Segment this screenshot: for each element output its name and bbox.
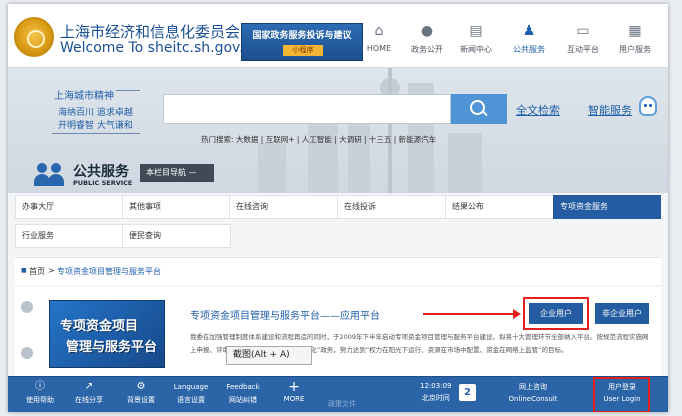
gear-icon: ⚙: [136, 381, 146, 392]
platform-title[interactable]: 专项资金项目管理与服务平台——应用平台: [190, 307, 380, 322]
menu-item-consult[interactable]: 在线咨询: [229, 195, 338, 219]
language-button[interactable]: Language 语言设置: [170, 381, 212, 405]
toolbar-label: MORE: [283, 395, 305, 403]
scroll-marker: [21, 301, 33, 313]
plus-icon: +: [288, 379, 300, 395]
scroll-marker: [21, 347, 33, 359]
clock-label: 北京时间: [421, 394, 450, 402]
menu-item-complaint[interactable]: 在线投诉: [337, 195, 446, 219]
menu-item-results[interactable]: 结果公布: [445, 195, 554, 219]
menu-item-service-hall[interactable]: 办事大厅: [15, 195, 124, 219]
site-header: 上海市经济和信息化委员会 Welcome To sheitc.sh.gov.cn…: [8, 4, 668, 68]
book-icon: ▤: [469, 23, 483, 39]
site-name-en[interactable]: Welcome To sheitc.sh.gov.cn: [60, 40, 260, 56]
section-title: 公共服务: [73, 164, 129, 180]
nav-home[interactable]: ⌂ HOME: [356, 22, 402, 64]
calendar-icon[interactable]: 2: [459, 384, 476, 401]
enterprise-user-button[interactable]: 企业用户: [529, 303, 583, 324]
breadcrumb-current[interactable]: 专项资金项目管理与服务平台: [57, 266, 161, 277]
people-icon: [34, 161, 66, 187]
toolbar-label: 网站纠错: [229, 396, 257, 404]
platform-entry: 专项资金项目 管理与服务平台 专项资金项目管理与服务平台——应用平台 企业用户 …: [15, 287, 661, 377]
smart-service-link[interactable]: 智能服务: [588, 102, 632, 118]
motto-line: 开明睿智 大气谦和: [58, 121, 133, 131]
skyline-banner: 上海城市精神 海纳百川 追求卓越 开明睿智 大气谦和 全文检索 智能服务 热门搜…: [8, 68, 668, 193]
toolbar-label: 语言设置: [177, 396, 205, 404]
nav-public-service[interactable]: ♟ 公共服务: [506, 22, 552, 64]
screenshot-tooltip: 截图(Alt + A): [226, 346, 312, 365]
language-icon: Language: [173, 383, 209, 391]
thumbnail-text: 专项资金项目: [60, 319, 139, 334]
motto-line: 海纳百川 追求卓越: [58, 108, 133, 118]
nav-label: HOME: [366, 44, 392, 53]
background-settings-button[interactable]: ⚙ 背景设置: [121, 381, 161, 405]
toolbar-label: 在线分享: [75, 396, 103, 404]
nav-label: 用户服务: [619, 45, 651, 54]
promo-title: 国家政务服务投诉与建议: [252, 31, 352, 41]
breadcrumb-separator: >: [48, 266, 55, 275]
consult-label-en: OnlineConsult: [508, 395, 558, 403]
home-icon: ⌂: [374, 23, 384, 39]
skyline-decoration: [388, 68, 392, 193]
search-button[interactable]: [451, 94, 507, 124]
site-name-cn[interactable]: 上海市经济和信息化委员会: [60, 21, 240, 42]
people-icon: ♟: [522, 23, 536, 39]
chat-icon: ●: [420, 23, 434, 39]
online-consult-button[interactable]: 网上咨询 OnlineConsult: [505, 381, 561, 403]
menu-item-special-funds[interactable]: 专项资金服务: [553, 195, 661, 219]
share-button[interactable]: ↗ 在线分享: [69, 381, 109, 405]
complaint-miniprogram-banner[interactable]: 国家政务服务投诉与建议 小程序: [241, 23, 363, 61]
clock-time: 12:03:09: [420, 382, 452, 390]
platform-thumbnail[interactable]: 专项资金项目 管理与服务平台: [49, 300, 165, 368]
menu-item-industry[interactable]: 行业服务: [15, 224, 124, 248]
help-button[interactable]: ⓘ 使用帮助: [20, 381, 60, 405]
red-arrow-annotation: [423, 309, 521, 319]
nav-label: 新闻中心: [460, 45, 492, 54]
user-login-button[interactable]: 用户登录 User Login: [596, 381, 648, 403]
nav-user-service[interactable]: ▦ 用户服务: [612, 22, 658, 64]
login-label-en: User Login: [603, 395, 641, 403]
feedback-button[interactable]: Feedback 网站纠错: [222, 381, 264, 405]
beijing-clock: 12:03:09 北京时间: [420, 382, 451, 403]
feedback-icon: Feedback: [226, 383, 260, 391]
info-icon: ⓘ: [35, 381, 45, 392]
fulltext-search-link[interactable]: 全文检索: [516, 102, 560, 118]
hot-search-links[interactable]: 热门搜索: 大数据 | 互联网+ | 人工智能 | 大调研 | 十三五 | 新能…: [201, 134, 436, 145]
monitor-icon: ▭: [576, 23, 590, 39]
search-input[interactable]: [163, 94, 451, 124]
menu-item-other[interactable]: 其他事项: [122, 195, 231, 219]
toolbar-label: 背景设置: [127, 396, 155, 404]
share-icon: ↗: [84, 381, 94, 392]
motto-title: 上海城市精神: [52, 87, 116, 102]
promo-sub: 小程序: [283, 45, 323, 56]
non-enterprise-user-button[interactable]: 非企业用户: [595, 303, 649, 324]
section-nav-toggle[interactable]: 本栏目导航 —: [140, 164, 214, 182]
breadcrumb-home[interactable]: 首页: [29, 266, 45, 277]
more-button[interactable]: + MORE: [276, 379, 312, 403]
breadcrumb: ■ 首页 > 专项资金项目管理与服务平台: [15, 257, 661, 285]
nav-gov-affairs[interactable]: ● 政务公开: [404, 22, 450, 64]
bullet-icon: ■: [21, 267, 27, 274]
thumbnail-text: 管理与服务平台: [66, 340, 158, 355]
nav-interaction[interactable]: ▭ 互动平台: [560, 22, 606, 64]
skyline-decoration: [448, 133, 482, 193]
nav-label: 公共服务: [513, 45, 545, 54]
nav-label: 政务公开: [411, 45, 443, 54]
nav-label: 互动平台: [567, 45, 599, 54]
toolbar-watermark: 政策文件: [328, 400, 356, 408]
user-icon: ▦: [628, 23, 642, 39]
nav-news[interactable]: ▤ 新闻中心: [453, 22, 499, 64]
menu-item-convenience[interactable]: 便民查询: [122, 224, 231, 248]
toolbar-label: 使用帮助: [26, 396, 54, 404]
robot-icon[interactable]: [639, 96, 657, 116]
bottom-toolbar: ⓘ 使用帮助 ↗ 在线分享 ⚙ 背景设置 Language 语言设置 Feedb…: [8, 376, 668, 412]
login-label-cn: 用户登录: [608, 383, 636, 391]
browser-page: 上海市经济和信息化委员会 Welcome To sheitc.sh.gov.cn…: [8, 4, 668, 412]
emblem-logo[interactable]: [14, 17, 54, 57]
consult-label-cn: 网上咨询: [519, 383, 547, 391]
section-title-en: PUBLIC SERVICE: [73, 179, 133, 187]
skyline-decoration: [258, 143, 286, 193]
